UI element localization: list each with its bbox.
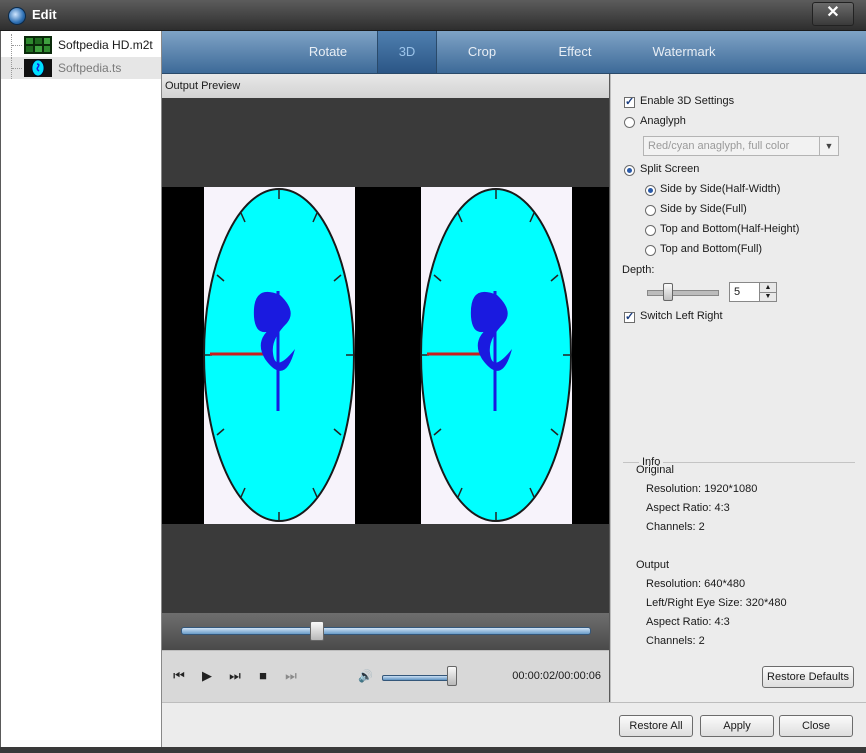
depth-slider[interactable] bbox=[647, 290, 719, 296]
edit-tabs: Rotate 3D Crop Effect Watermark bbox=[162, 31, 866, 74]
anaglyph-dropdown[interactable]: Red/cyan anaglyph, full color ▼ bbox=[643, 136, 839, 156]
top-bottom-full-label: Top and Bottom(Full) bbox=[660, 243, 763, 255]
title-bar: Edit ✕ bbox=[0, 0, 866, 31]
output-aspect-ratio: Aspect Ratio: 4:3 bbox=[646, 616, 730, 628]
depth-label: Depth: bbox=[622, 264, 655, 276]
playback-controls: ⏮ ▶ ⏭ ■ ⏭ 🔊 00:00:02/00:00:06 bbox=[162, 650, 609, 703]
output-preview-label: Output Preview bbox=[162, 74, 609, 98]
playback-time: 00:00:02/00:00:06 bbox=[512, 670, 601, 682]
top-bottom-full-radio[interactable] bbox=[645, 245, 656, 256]
tab-rotate[interactable]: Rotate bbox=[294, 31, 362, 73]
volume-slider[interactable] bbox=[382, 675, 454, 681]
output-heading: Output bbox=[636, 559, 670, 571]
depth-slider-thumb[interactable] bbox=[663, 283, 673, 301]
output-preview bbox=[162, 98, 609, 613]
chevron-down-icon[interactable]: ▼ bbox=[819, 137, 838, 155]
file-name: Softpedia.ts bbox=[58, 61, 122, 75]
seek-slider-thumb[interactable] bbox=[309, 621, 324, 641]
output-channels: Channels: 2 bbox=[646, 635, 705, 647]
3d-settings-panel: Enable 3D Settings Anaglyph Red/cyan ana… bbox=[610, 74, 866, 702]
file-name: Softpedia HD.m2t bbox=[58, 38, 153, 52]
restore-all-button[interactable]: Restore All bbox=[619, 715, 693, 737]
video-thumbnail-icon bbox=[24, 36, 52, 54]
original-channels: Channels: 2 bbox=[646, 521, 705, 533]
original-aspect-ratio: Aspect Ratio: 4:3 bbox=[646, 502, 730, 514]
output-eye-size: Left/Right Eye Size: 320*480 bbox=[646, 597, 787, 609]
close-button[interactable]: Close bbox=[779, 715, 853, 737]
fast-forward-icon[interactable]: ⏭ bbox=[228, 669, 242, 683]
previous-frame-icon[interactable]: ⏮ bbox=[172, 669, 186, 683]
stop-icon[interactable]: ■ bbox=[256, 669, 270, 683]
depth-value: 5 bbox=[734, 286, 741, 298]
enable-3d-checkbox[interactable] bbox=[624, 95, 635, 108]
video-frame bbox=[162, 187, 609, 524]
spin-down-icon[interactable]: ▼ bbox=[760, 292, 776, 301]
tab-crop[interactable]: Crop bbox=[452, 31, 512, 73]
switch-left-right-label: Switch Left Right bbox=[640, 310, 723, 322]
switch-left-right-checkbox[interactable] bbox=[624, 310, 635, 323]
apply-button[interactable]: Apply bbox=[700, 715, 774, 737]
original-resolution: Resolution: 1920*1080 bbox=[646, 483, 758, 495]
close-window-button[interactable]: ✕ bbox=[812, 2, 854, 26]
enable-3d-label: Enable 3D Settings bbox=[640, 95, 735, 107]
next-frame-icon[interactable]: ⏭ bbox=[284, 669, 298, 683]
file-item-ts[interactable]: Softpedia.ts bbox=[1, 57, 161, 79]
side-by-side-full-radio[interactable] bbox=[645, 205, 656, 216]
video-thumbnail-icon bbox=[24, 59, 52, 77]
tab-effect[interactable]: Effect bbox=[542, 31, 608, 73]
top-bottom-half-label: Top and Bottom(Half-Height) bbox=[660, 223, 800, 235]
tab-watermark[interactable]: Watermark bbox=[638, 31, 730, 73]
anaglyph-label: Anaglyph bbox=[640, 115, 686, 127]
original-heading: Original bbox=[636, 464, 674, 476]
side-by-side-full-label: Side by Side(Full) bbox=[660, 203, 747, 215]
anaglyph-radio[interactable] bbox=[624, 117, 635, 128]
file-list: Softpedia HD.m2t Softpedia.ts bbox=[1, 31, 162, 747]
status-bar bbox=[0, 747, 866, 753]
side-by-side-half-label: Side by Side(Half-Width) bbox=[660, 183, 781, 195]
top-bottom-half-radio[interactable] bbox=[645, 225, 656, 236]
seek-slider[interactable] bbox=[181, 627, 591, 635]
side-by-side-half-radio[interactable] bbox=[645, 185, 656, 196]
app-icon bbox=[8, 7, 26, 25]
split-screen-label: Split Screen bbox=[640, 163, 700, 175]
seek-panel bbox=[162, 613, 609, 650]
file-item-hd[interactable]: Softpedia HD.m2t bbox=[1, 34, 161, 56]
anaglyph-dropdown-value: Red/cyan anaglyph, full color bbox=[648, 140, 790, 152]
volume-slider-thumb[interactable] bbox=[447, 666, 457, 686]
restore-defaults-button[interactable]: Restore Defaults bbox=[762, 666, 854, 688]
left-eye-view bbox=[203, 187, 355, 524]
output-resolution: Resolution: 640*480 bbox=[646, 578, 746, 590]
play-icon[interactable]: ▶ bbox=[200, 669, 214, 683]
dialog-buttons: Restore All Apply Close bbox=[162, 702, 866, 748]
window-title: Edit bbox=[32, 7, 57, 22]
volume-icon[interactable]: 🔊 bbox=[358, 669, 373, 683]
right-eye-view bbox=[420, 187, 572, 524]
depth-spinbox[interactable]: 5 ▲ ▼ bbox=[729, 282, 777, 302]
tab-3d[interactable]: 3D bbox=[377, 31, 437, 73]
split-screen-radio[interactable] bbox=[624, 165, 635, 176]
